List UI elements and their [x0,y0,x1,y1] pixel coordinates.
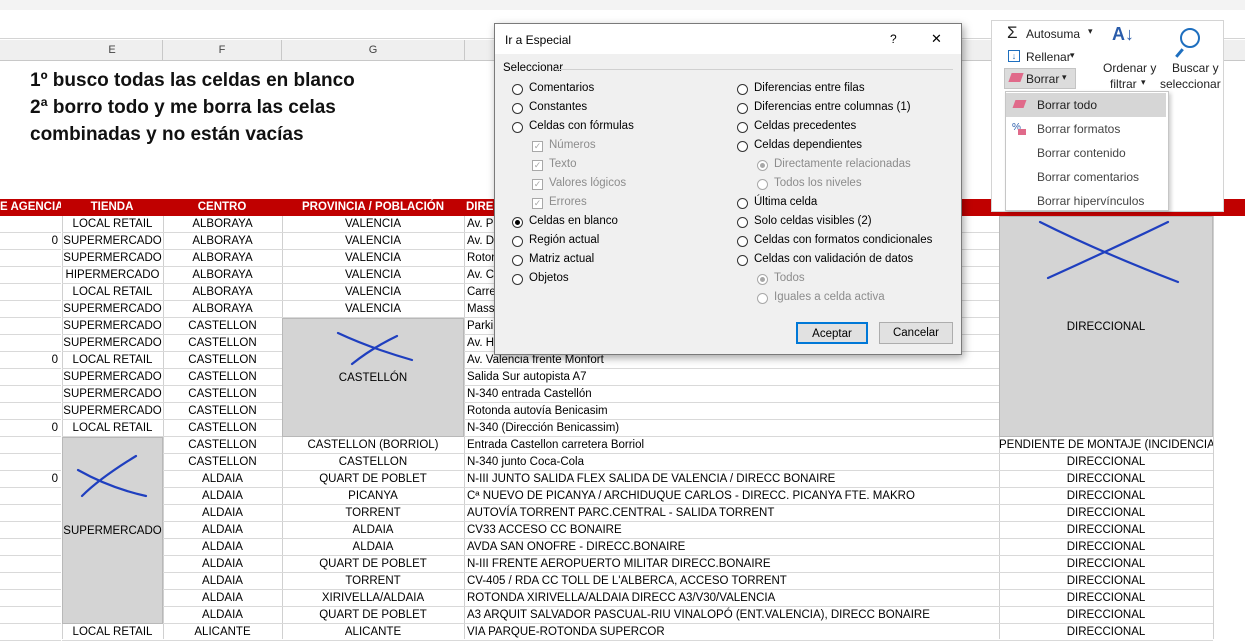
sort-filter-icon[interactable]: A↓ [1112,24,1134,45]
checkbox[interactable]: ✓ [532,141,543,152]
sigma-icon[interactable]: Σ [1007,23,1018,43]
radio-button[interactable] [737,141,748,152]
option-label[interactable]: Solo celdas visibles (2) [754,215,872,227]
option-label[interactable]: Celdas en blanco [529,215,618,227]
close-icon[interactable]: ✕ [931,31,942,47]
select-group-label: Seleccionar [503,62,564,74]
radio-button[interactable] [512,274,523,285]
menu-item-clear-comments[interactable]: Borrar comentarios [1037,170,1139,184]
radio-button[interactable] [757,293,768,304]
chevron-down-icon[interactable]: ▾ [1088,26,1093,37]
option-label[interactable]: Celdas con fórmulas [529,120,634,132]
option-label[interactable]: Directamente relacionadas [774,158,911,170]
option-label[interactable]: Última celda [754,196,817,208]
radio-button[interactable] [512,236,523,247]
search-icon[interactable] [1180,28,1200,48]
checkbox[interactable]: ✓ [532,198,543,209]
help-button[interactable]: ? [890,32,897,46]
radio-button[interactable] [737,217,748,228]
group-divider [557,69,953,70]
option-label[interactable]: Celdas con formatos condicionales [754,234,932,246]
menu-item-clear-contents[interactable]: Borrar contenido [1037,146,1126,160]
radio-button[interactable] [737,236,748,247]
radio-button[interactable] [757,274,768,285]
radio-button[interactable] [737,198,748,209]
option-label[interactable]: Constantes [529,101,587,113]
radio-button[interactable] [737,103,748,114]
option-label[interactable]: Celdas dependientes [754,139,862,151]
radio-button[interactable] [737,84,748,95]
goto-special-dialog: Ir a Especial ? ✕ Seleccionar Comentario… [494,23,962,355]
radio-button[interactable] [512,84,523,95]
radio-button[interactable] [757,179,768,190]
fill-button[interactable]: Rellenar [1026,50,1071,64]
sort-filter-button[interactable]: Ordenar y [1103,61,1156,75]
radio-button[interactable] [512,217,523,228]
radio-button[interactable] [512,103,523,114]
option-label[interactable]: Todos [774,272,805,284]
option-label[interactable]: Iguales a celda activa [774,291,885,303]
radio-button[interactable] [512,122,523,133]
sort-filter-label: filtrar [1110,77,1137,91]
radio-button[interactable] [737,255,748,266]
clear-button-label: Borrar [1026,72,1060,86]
menu-item-clear-hyperlinks[interactable]: Borrar hipervínculos [1037,194,1144,208]
menu-item-clear-formats[interactable]: Borrar formatos [1037,122,1120,136]
option-label[interactable]: Comentarios [529,82,594,94]
chevron-down-icon[interactable]: ▾ [1070,50,1075,61]
find-select-label: seleccionar [1160,77,1221,91]
ok-button[interactable]: Aceptar [796,322,868,344]
find-select-button[interactable]: Buscar y [1172,61,1219,75]
option-label[interactable]: Diferencias entre columnas (1) [754,101,911,113]
clear-formats-icon-eraser [1018,129,1026,135]
menu-item-clear-all[interactable]: Borrar todo [1037,98,1097,112]
dialog-title: Ir a Especial [505,33,572,47]
chevron-down-icon[interactable]: ▾ [1141,77,1146,88]
option-label[interactable]: Errores [549,196,587,208]
option-label[interactable]: Celdas con validación de datos [754,253,913,265]
radio-button[interactable] [737,122,748,133]
option-label[interactable]: Celdas precedentes [754,120,856,132]
option-label[interactable]: Texto [549,158,577,170]
checkbox[interactable]: ✓ [532,160,543,171]
radio-button[interactable] [757,160,768,171]
chevron-down-icon: ▾ [1062,72,1067,82]
option-label[interactable]: Todos los niveles [774,177,862,189]
option-label[interactable]: Región actual [529,234,599,246]
fill-down-icon[interactable]: ↓ [1008,50,1020,62]
cross-mark [1046,220,1170,280]
cross-mark [350,334,399,366]
option-label[interactable]: Matriz actual [529,253,594,265]
option-label[interactable]: Números [549,139,596,151]
cross-mark [76,468,148,498]
cross-mark [336,331,414,362]
cancel-button[interactable]: Cancelar [879,322,953,344]
checkbox[interactable]: ✓ [532,179,543,190]
autosum-button[interactable]: Autosuma [1026,27,1080,41]
option-label[interactable]: Valores lógicos [549,177,626,189]
radio-button[interactable] [512,255,523,266]
option-label[interactable]: Objetos [529,272,569,284]
option-label[interactable]: Diferencias entre filas [754,82,865,94]
